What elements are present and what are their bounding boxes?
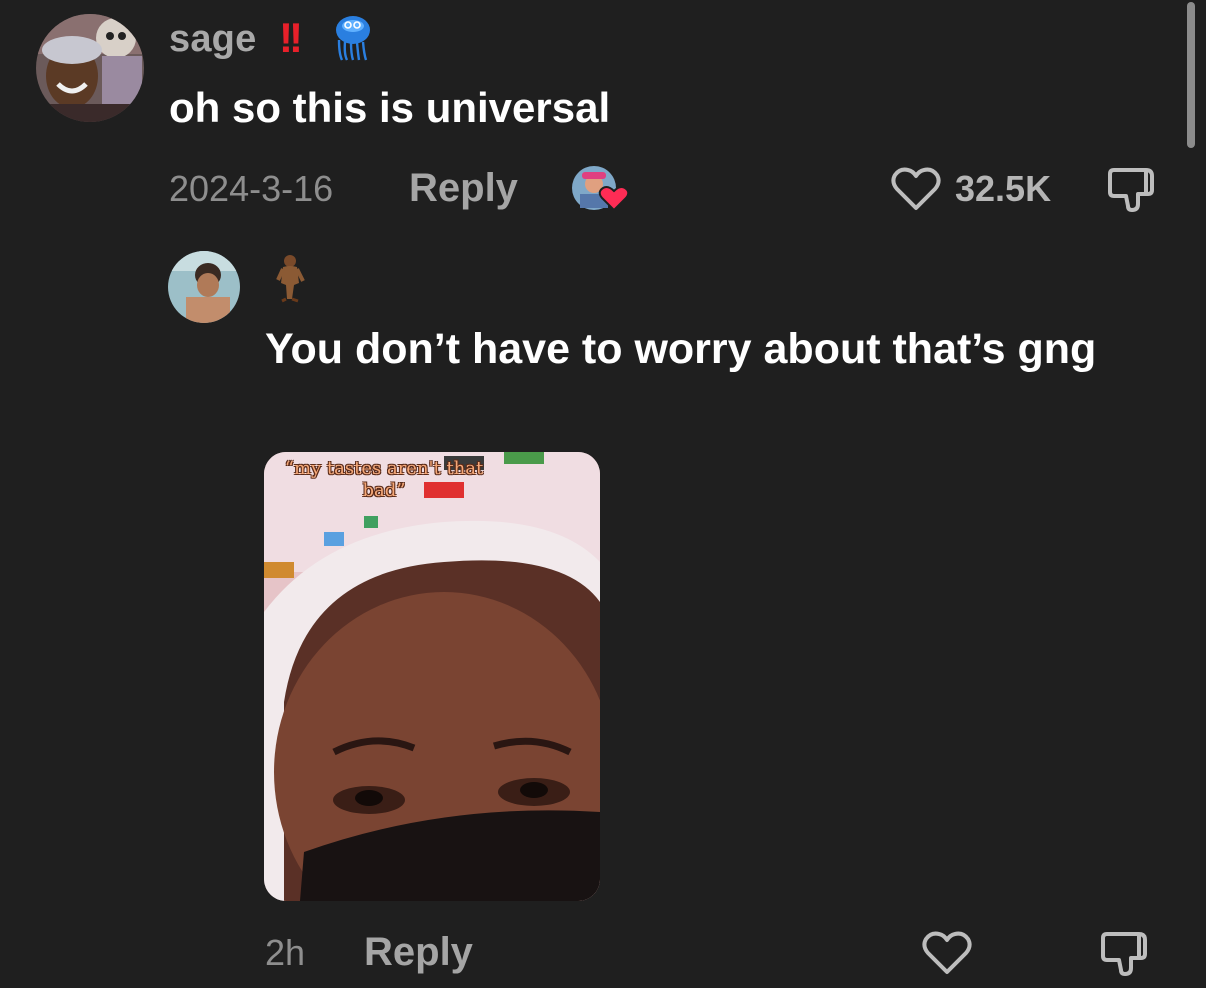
heart-outline-icon[interactable]: [921, 930, 973, 981]
dislike-icon[interactable]: [1108, 164, 1162, 221]
heart-outline-icon[interactable]: [890, 166, 942, 217]
comment-text: oh so this is universal: [169, 84, 611, 131]
comment-thread: sage !! oh so this is universal 2024-3-1…: [0, 0, 1206, 988]
avatar[interactable]: [36, 14, 144, 122]
like-count: 32.5K: [955, 168, 1052, 209]
scrollbar[interactable]: [1187, 2, 1195, 148]
reply-button[interactable]: Reply: [364, 930, 473, 975]
creator-liked-icon: [570, 164, 632, 219]
comment-username[interactable]: sage: [169, 18, 256, 61]
reply-image[interactable]: “my tastes aren't that bad”: [264, 452, 600, 901]
double-exclamation-emoji: !!: [279, 14, 303, 61]
image-caption: “my tastes aren't that bad”: [284, 458, 484, 501]
reply-button[interactable]: Reply: [409, 166, 518, 211]
reply-text: You don’t have to worry about that’s gng: [265, 325, 1097, 373]
dislike-icon[interactable]: [1101, 928, 1155, 985]
jellyfish-icon: [333, 14, 373, 67]
sasquatch-icon: [272, 253, 308, 308]
reply-time: 2h: [265, 932, 306, 973]
reply-avatar[interactable]: [168, 251, 240, 323]
comment-date: 2024-3-16: [169, 168, 334, 209]
